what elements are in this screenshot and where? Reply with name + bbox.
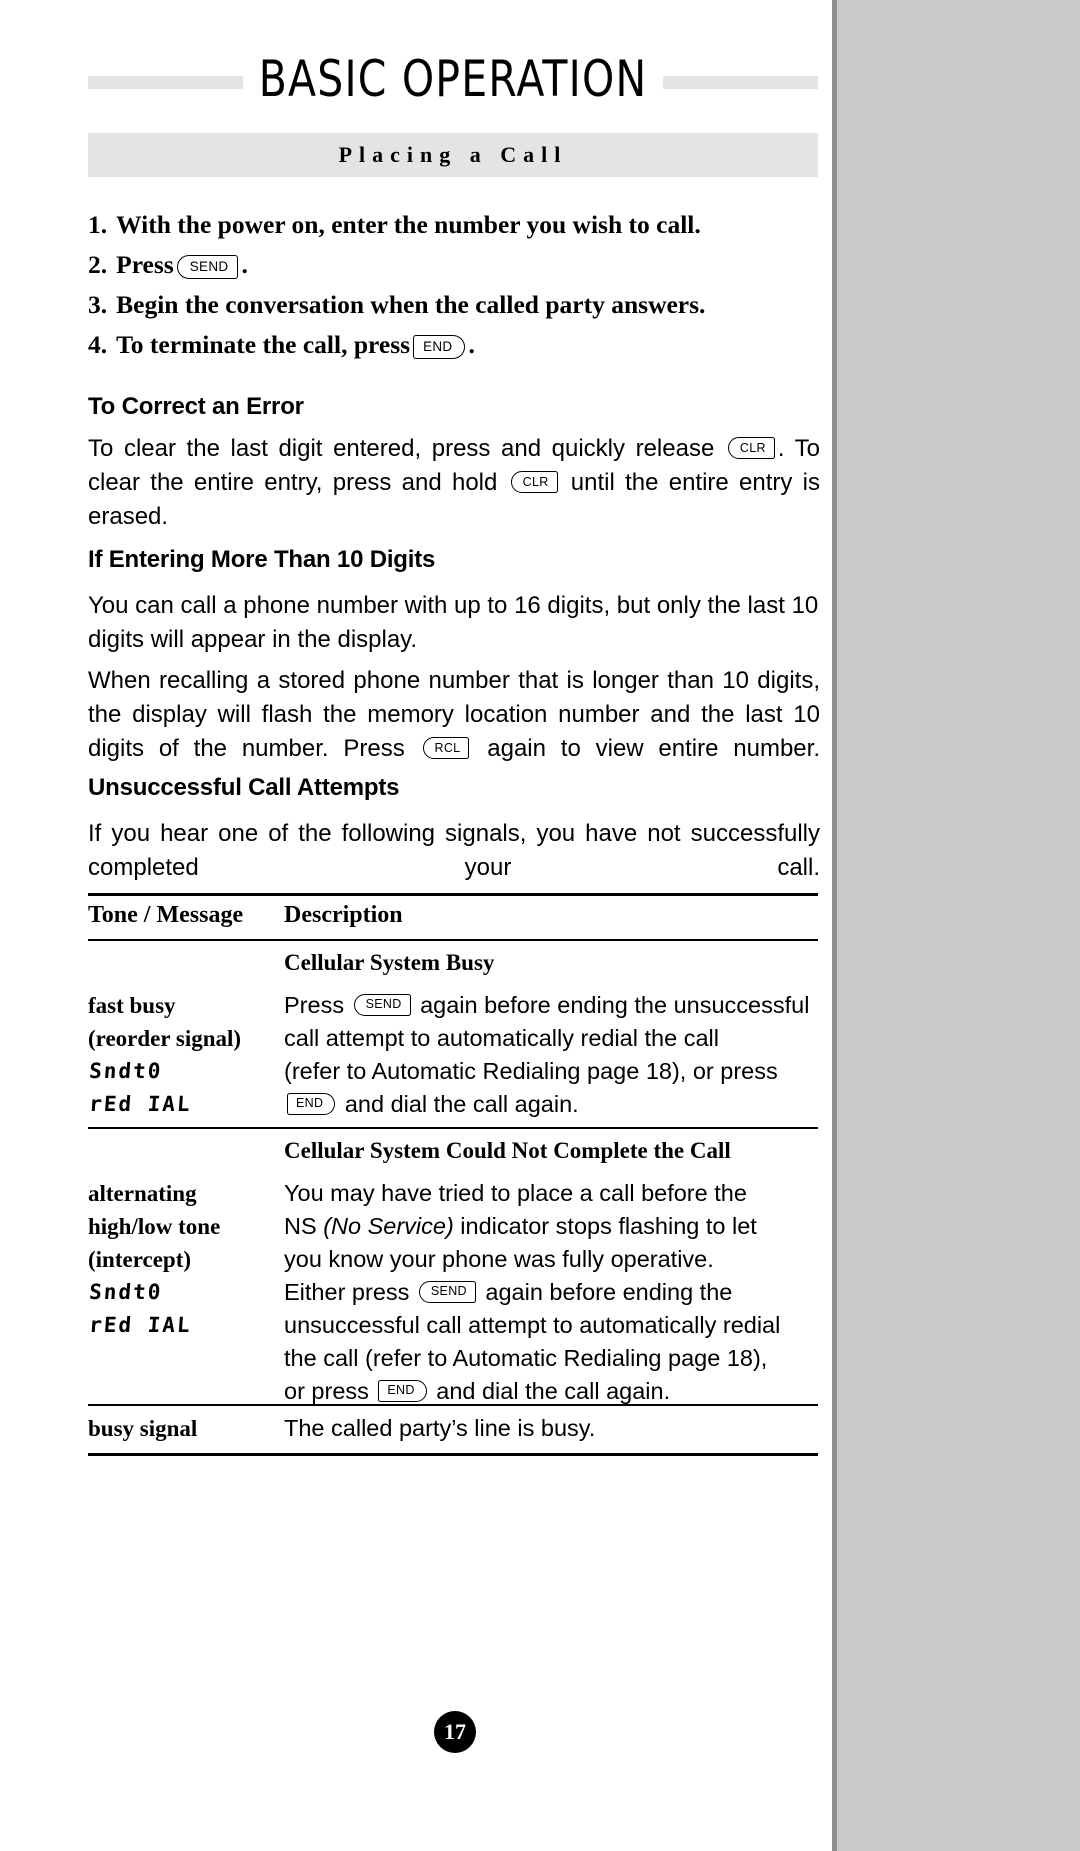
tone-line: alternating xyxy=(88,1181,197,1206)
description-line: Press SEND again before ending the unsuc… xyxy=(284,989,820,1022)
table-bottom-rule xyxy=(88,1453,818,1456)
step-number: 1. xyxy=(88,210,108,239)
table-description-cell: The called party’s line is busy. xyxy=(284,1412,820,1445)
clr-key-icon: CLR xyxy=(727,436,775,459)
step-number: 4. xyxy=(88,330,108,359)
subheading-more-than-10-digits: If Entering More Than 10 Digits xyxy=(88,546,436,573)
description-line: you know your phone was fully operative. xyxy=(284,1246,714,1272)
description-line: NS (No Service) indicator stops flashing… xyxy=(284,1210,820,1243)
description-line: END and dial the call again. xyxy=(284,1088,820,1121)
tone-line: high/low tone xyxy=(88,1214,221,1239)
table-top-rule xyxy=(88,893,818,896)
page-number-badge: 17 xyxy=(434,1711,476,1753)
desc-text: Press xyxy=(284,992,345,1018)
table-banner-could-not-complete: Cellular System Could Not Complete the C… xyxy=(284,1138,731,1163)
step-text: Press xyxy=(116,250,174,279)
table-header-rule xyxy=(88,939,818,941)
send-key-icon: SEND xyxy=(353,993,411,1016)
desc-text: or press xyxy=(284,1378,369,1404)
send-key-icon: SEND xyxy=(176,255,239,279)
step-number: 2. xyxy=(88,250,108,279)
page-content-area: BASIC OPERATION Placing a Call 1. With t… xyxy=(0,0,832,1851)
rcl-key-icon: RCL xyxy=(422,736,470,759)
lcd-display-text: rEd IAL xyxy=(88,1313,193,1337)
manual-page: BASIC OPERATION Placing a Call 1. With t… xyxy=(0,0,1080,1851)
end-key-icon: END xyxy=(413,335,466,359)
paragraph-text: To clear the last digit entered, press a… xyxy=(88,435,715,462)
table-row-rule xyxy=(88,1127,818,1129)
desc-text: indicator stops flashing to let xyxy=(453,1213,757,1239)
subheading-unsuccessful-call-attempts: Unsuccessful Call Attempts xyxy=(88,774,400,801)
desc-text: Either press xyxy=(284,1279,410,1305)
end-key-icon: END xyxy=(378,1379,427,1402)
description-line: call attempt to automatically redial the… xyxy=(284,1025,719,1051)
table-header-tone: Tone / Message xyxy=(88,902,244,928)
description-line: the call (refer to Automatic Redialing p… xyxy=(284,1345,768,1371)
list-item: 2. Press SEND . xyxy=(88,245,818,285)
numbered-steps-list: 1. With the power on, enter the number y… xyxy=(88,205,818,365)
table-header-description: Description xyxy=(284,902,403,928)
lcd-display-text: rEd IAL xyxy=(88,1092,193,1116)
list-item: 1. With the power on, enter the number y… xyxy=(88,205,818,245)
paragraph-16-digits: You can call a phone number with up to 1… xyxy=(88,592,819,653)
desc-text: NS xyxy=(284,1213,324,1239)
description-line: You may have tried to place a call befor… xyxy=(284,1180,747,1206)
table-description-cell: You may have tried to place a call befor… xyxy=(284,1177,820,1408)
table-row: alternating high/low tone (intercept) Sn… xyxy=(88,1177,284,1342)
table-row-rule xyxy=(88,1404,818,1406)
description-line: The called party’s line is busy. xyxy=(284,1415,596,1441)
lcd-display-text: Sndt0 xyxy=(88,1280,164,1304)
step-text: Begin the conversation when the called p… xyxy=(116,290,706,319)
list-item: 4. To terminate the call, press END . xyxy=(88,325,818,365)
subheading-correct-error: To Correct an Error xyxy=(88,393,304,420)
send-key-icon: SEND xyxy=(418,1280,476,1303)
step-text: To terminate the call, press xyxy=(116,330,411,359)
margin-divider-rule xyxy=(832,0,837,1851)
tone-line: busy signal xyxy=(88,1416,198,1441)
desc-text: and dial the call again. xyxy=(436,1378,671,1404)
desc-text-italic: (No Service) xyxy=(323,1213,454,1239)
step-text-tail: . xyxy=(241,250,248,279)
section-title-band: Placing a Call xyxy=(88,133,818,177)
chapter-title-band: BASIC OPERATION xyxy=(88,49,818,109)
description-line: unsuccessful call attempt to automatical… xyxy=(284,1312,781,1338)
description-line: (refer to Automatic Redialing page 18), … xyxy=(284,1058,778,1084)
tone-line: (reorder signal) xyxy=(88,1026,242,1051)
desc-text: again before ending the unsuccessful xyxy=(420,992,810,1018)
list-item: 3. Begin the conversation when the calle… xyxy=(88,285,818,325)
end-key-icon: END xyxy=(287,1092,336,1115)
step-text-tail: . xyxy=(468,330,475,359)
paragraph-text: again to view entire number. xyxy=(487,735,820,762)
step-number: 3. xyxy=(88,290,108,319)
table-row: fast busy (reorder signal) Sndt0 rEd IAL xyxy=(88,989,284,1121)
section-title: Placing a Call xyxy=(338,142,568,167)
table-description-cell: Press SEND again before ending the unsuc… xyxy=(284,989,820,1121)
desc-text: and dial the call again. xyxy=(344,1091,579,1117)
page-right-margin xyxy=(832,0,1080,1851)
clr-key-icon: CLR xyxy=(510,470,558,493)
desc-text: again before ending the xyxy=(485,1279,733,1305)
step-text: With the power on, enter the number you … xyxy=(116,210,701,239)
table-row: busy signal xyxy=(88,1412,284,1445)
table-banner-cellular-busy: Cellular System Busy xyxy=(284,950,495,975)
tone-line: (intercept) xyxy=(88,1247,192,1272)
lcd-display-text: Sndt0 xyxy=(88,1059,164,1083)
page-title: BASIC OPERATION xyxy=(242,49,664,109)
description-line: Either press SEND again before ending th… xyxy=(284,1276,820,1309)
tone-line: fast busy xyxy=(88,993,176,1018)
